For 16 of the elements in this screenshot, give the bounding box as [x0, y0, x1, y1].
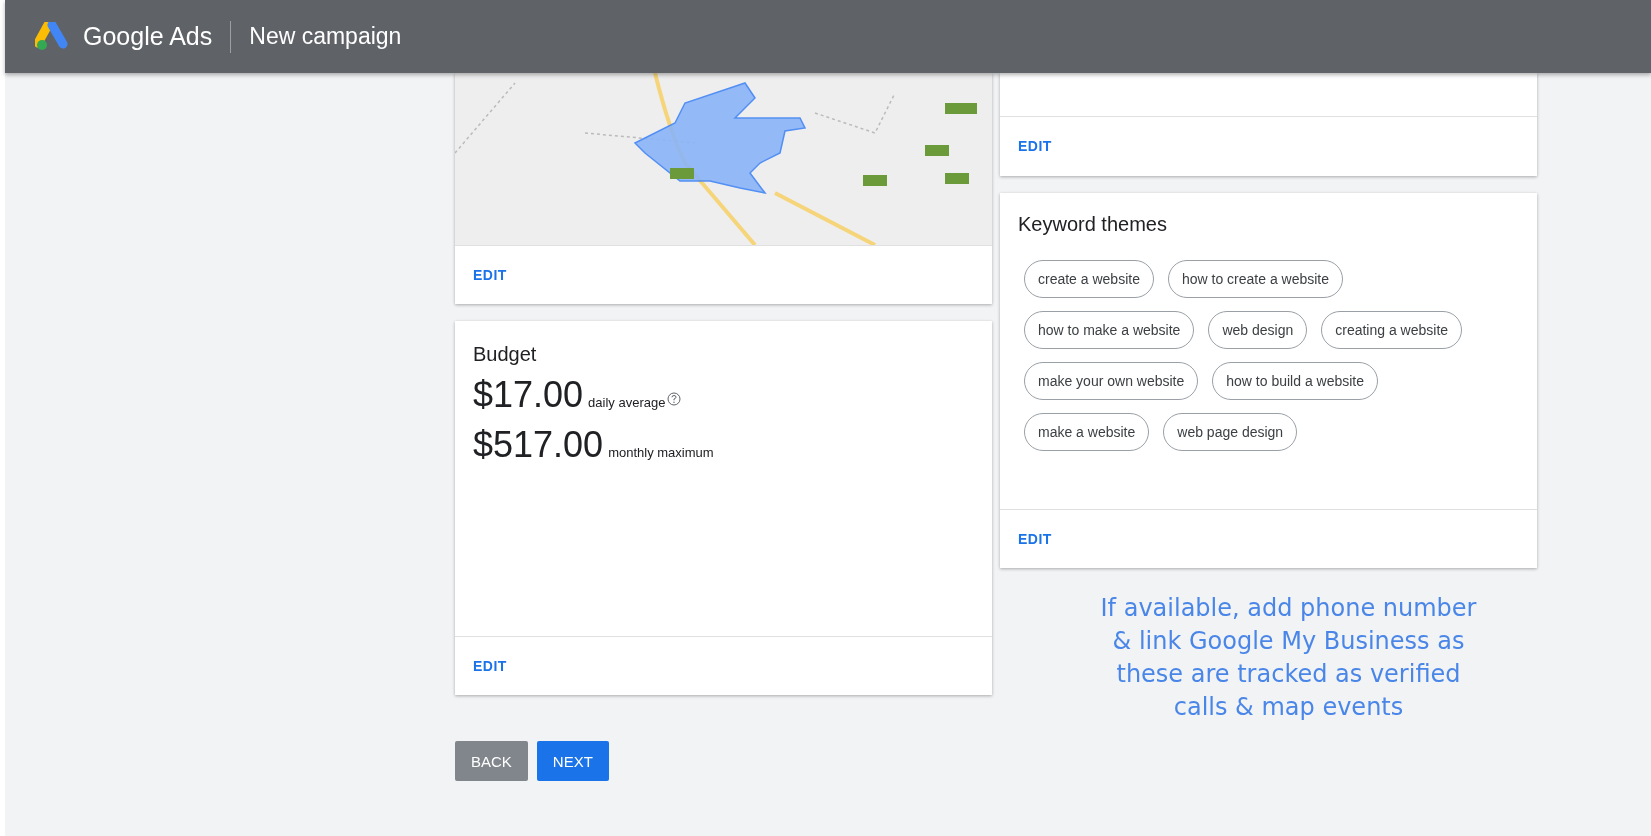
budget-amount: $517.00	[473, 424, 604, 466]
edit-link[interactable]: EDIT	[1018, 138, 1052, 154]
edit-link[interactable]: EDIT	[1018, 531, 1052, 547]
card-title: Budget	[472, 342, 538, 366]
page-title: New campaign	[249, 23, 402, 50]
budget-amount: $17.00	[473, 374, 584, 416]
next-button[interactable]: NEXT	[536, 741, 609, 781]
help-icon[interactable]	[667, 392, 682, 406]
card-title: Keyword themes	[1017, 212, 1168, 236]
edit-link[interactable]: EDIT	[473, 658, 507, 674]
edit-link[interactable]: EDIT	[473, 267, 507, 283]
handwritten-note: If available, add phone number & link Google My Business as these are tracked as verified calls & map events	[1099, 593, 1478, 723]
budget-caption: monthly maximum	[608, 445, 714, 460]
product-name: Google Ads	[83, 22, 213, 51]
budget-caption: daily average	[588, 395, 666, 410]
back-button[interactable]: BACK	[455, 741, 528, 781]
